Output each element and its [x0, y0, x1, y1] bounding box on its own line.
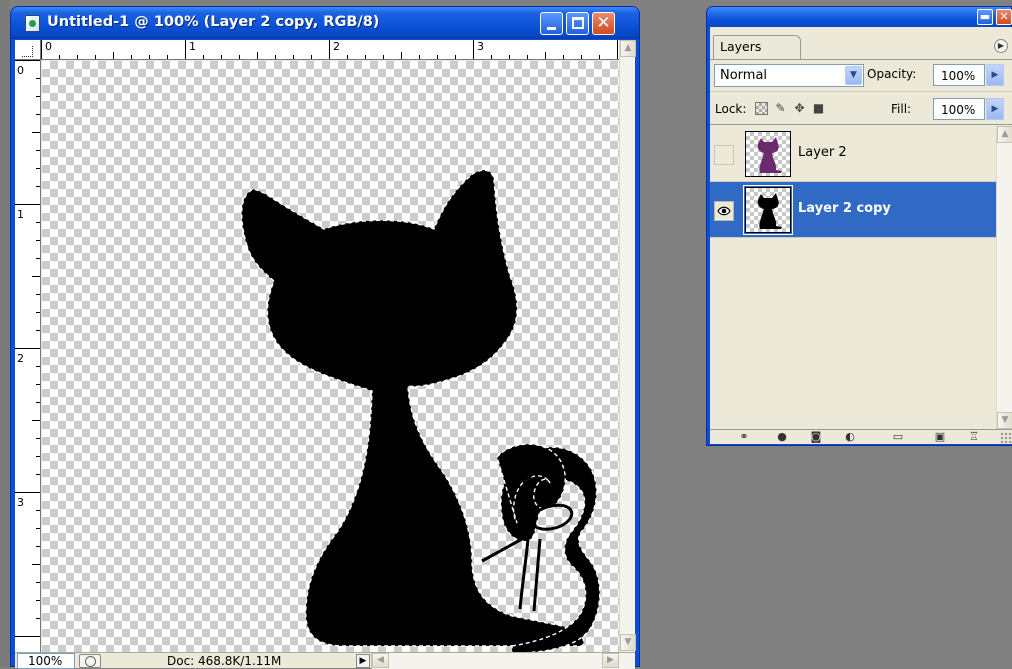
- ruler-label: 2: [333, 40, 340, 53]
- minimize-icon: [547, 27, 556, 30]
- opacity-slider-button[interactable]: ▶: [986, 64, 1004, 86]
- scroll-left-button[interactable]: ◀: [372, 653, 389, 668]
- lock-move-icon[interactable]: ✥: [793, 102, 806, 115]
- palette-footer: ⚭ ● ◙ ◐ ▭ ▣ ♖: [710, 429, 1012, 444]
- layers-list: Layer 2 Layer 2 copy: [710, 126, 996, 429]
- lock-fill-row: Lock: ✎ ✥ ■ Fill: 100% ▶: [710, 91, 1012, 125]
- ruler-label: 3: [17, 496, 24, 509]
- close-icon: ✕: [999, 10, 1009, 23]
- document-title: Untitled-1 @ 100% (Layer 2 copy, RGB/8): [47, 14, 380, 30]
- scroll-up-button[interactable]: ▲: [620, 40, 636, 57]
- ruler-origin[interactable]: [15, 40, 41, 60]
- resize-grip-icon[interactable]: [1000, 432, 1012, 444]
- close-button[interactable]: ✕: [592, 12, 615, 35]
- fill-label: Fill:: [891, 102, 912, 116]
- document-window: Untitled-1 @ 100% (Layer 2 copy, RGB/8) …: [10, 6, 640, 669]
- link-layers-icon[interactable]: ⚭: [734, 430, 754, 444]
- layer-style-icon[interactable]: ●: [772, 430, 792, 444]
- layer-visibility-toggle[interactable]: [714, 201, 734, 221]
- layers-palette: Layers ▶ Normal ▼ Opacity: 100% ▶ Lock: …: [710, 27, 1012, 444]
- layers-scrollbar[interactable]: ▲ ▼: [996, 126, 1012, 429]
- layer-mask-icon[interactable]: ◙: [806, 430, 826, 444]
- ruler-label: 1: [17, 208, 24, 221]
- trash-icon[interactable]: ♖: [964, 430, 984, 444]
- status-menu-button[interactable]: ▶: [356, 654, 370, 668]
- fill-slider-button[interactable]: ▶: [986, 98, 1004, 120]
- minimize-button[interactable]: [540, 12, 563, 35]
- doc-size-info: Doc: 468.8K/1.11M: [167, 654, 282, 668]
- navigator-icon[interactable]: [79, 654, 101, 668]
- new-group-icon[interactable]: ▭: [888, 430, 908, 444]
- layers-palette-window: ▬ ✕ Layers ▶ Normal ▼ Opacity: 100% ▶ Lo…: [706, 6, 1012, 446]
- layer-row[interactable]: Layer 2 copy: [710, 182, 996, 238]
- new-layer-icon[interactable]: ▣: [930, 430, 950, 444]
- opacity-label: Opacity:: [867, 67, 917, 81]
- lock-label: Lock:: [715, 102, 747, 116]
- scroll-down-button[interactable]: ▼: [997, 412, 1012, 429]
- close-icon: ✕: [596, 13, 611, 33]
- document-client: 0 1 2 3 0 1 2 3 ▲ ▼ 100% Doc: 468.8K/1.1…: [15, 40, 636, 669]
- ruler-label: 2: [17, 352, 24, 365]
- cat-thumbnail-icon: [757, 193, 782, 229]
- scroll-down-button[interactable]: ▼: [620, 634, 636, 651]
- ruler-label: 1: [189, 40, 196, 53]
- scroll-right-button[interactable]: ▶: [602, 653, 619, 668]
- scroll-up-button[interactable]: ▲: [997, 126, 1012, 143]
- ruler-label: 3: [477, 40, 484, 53]
- adjustment-layer-icon[interactable]: ◐: [840, 430, 860, 444]
- ruler-label: 0: [45, 40, 52, 53]
- blend-mode-value: Normal: [720, 68, 768, 83]
- palette-minimize-button[interactable]: ▬: [977, 9, 993, 25]
- blend-opacity-row: Normal ▼ Opacity: 100% ▶: [710, 59, 1012, 89]
- minimize-icon: ▬: [979, 10, 991, 23]
- layer-row[interactable]: Layer 2: [710, 126, 996, 182]
- palette-titlebar[interactable]: ▬ ✕: [707, 7, 1012, 27]
- lock-brush-icon[interactable]: ✎: [774, 102, 787, 115]
- ruler-label: 0: [17, 64, 24, 77]
- document-titlebar[interactable]: Untitled-1 @ 100% (Layer 2 copy, RGB/8) …: [11, 7, 639, 39]
- opacity-field[interactable]: 100%: [933, 64, 985, 86]
- layer-name: Layer 2 copy: [798, 201, 891, 216]
- layer-name: Layer 2: [798, 145, 847, 160]
- blend-mode-select[interactable]: Normal ▼: [714, 64, 864, 87]
- maximize-button[interactable]: [566, 12, 589, 35]
- tab-layers[interactable]: Layers: [713, 35, 801, 59]
- maximize-icon: [572, 17, 584, 29]
- layer-visibility-toggle[interactable]: [714, 145, 734, 165]
- cat-thumbnail-icon: [757, 137, 782, 173]
- layer-thumbnail[interactable]: [743, 185, 793, 235]
- lock-transparency-icon[interactable]: [755, 102, 768, 115]
- fill-field[interactable]: 100%: [933, 98, 985, 120]
- horizontal-ruler[interactable]: 0 1 2 3: [41, 40, 619, 60]
- image-canvas[interactable]: [42, 61, 619, 652]
- palette-close-button[interactable]: ✕: [996, 9, 1012, 25]
- palette-tabstrip: Layers ▶: [710, 27, 1012, 59]
- lock-all-icon[interactable]: ■: [812, 102, 825, 115]
- layer-thumbnail[interactable]: [745, 131, 791, 177]
- vertical-ruler[interactable]: 0 1 2 3: [15, 60, 41, 652]
- cat-silhouette: [241, 169, 601, 652]
- palette-menu-icon[interactable]: ▶: [994, 39, 1008, 53]
- vertical-scrollbar[interactable]: ▲ ▼: [619, 40, 636, 652]
- chevron-down-icon[interactable]: ▼: [845, 66, 862, 85]
- eye-icon: [717, 206, 731, 216]
- status-bar: 100% Doc: 468.8K/1.11M ▶ ◀ ▶: [15, 652, 635, 669]
- desktop-edge: [0, 0, 10, 667]
- document-icon[interactable]: [25, 15, 40, 32]
